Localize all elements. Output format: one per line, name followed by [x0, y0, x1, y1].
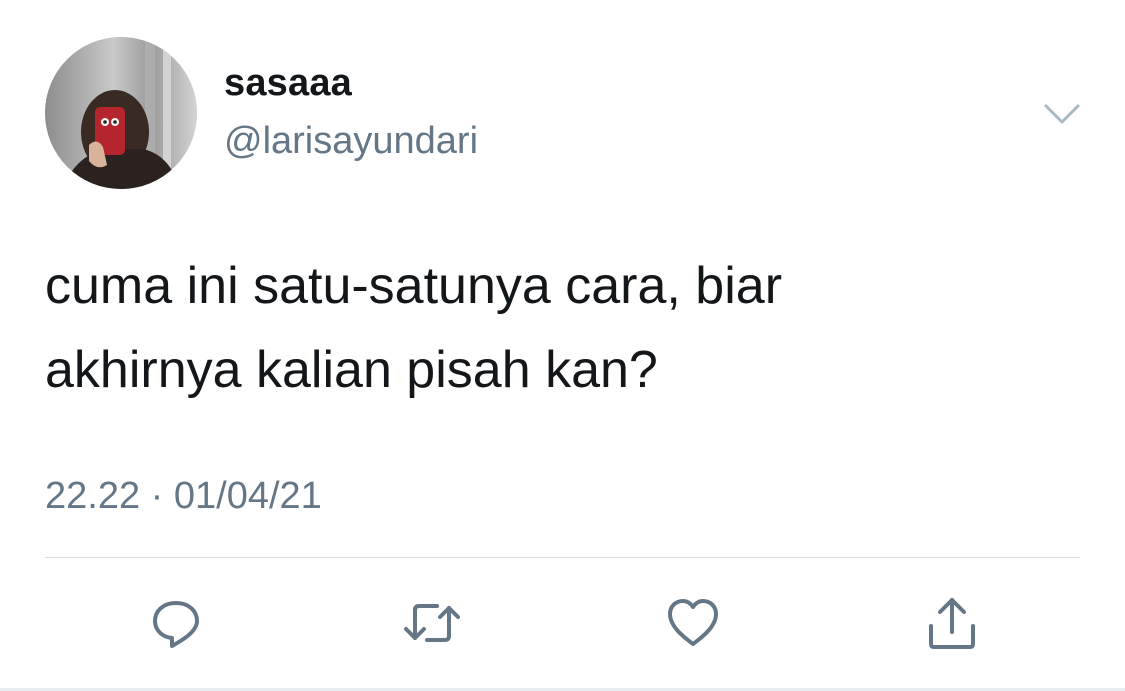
user-handle[interactable]: @larisayundari: [224, 120, 478, 163]
display-name[interactable]: sasaaa: [224, 62, 352, 105]
tweet-text-line: cuma ini satu-satunya cara, biar: [45, 257, 783, 315]
reply-button[interactable]: [141, 588, 211, 658]
tweet-card: sasaaa @larisayundari cuma ini satu-satu…: [0, 0, 1125, 691]
tweet-text: cuma ini satu-satunya cara, biar akhirny…: [45, 244, 1045, 412]
avatar[interactable]: [45, 37, 197, 189]
tweet-date: 01/04/21: [173, 475, 322, 517]
action-bar: [0, 588, 1125, 658]
tweet-text-line: akhirnya kalian pisah kan?: [45, 341, 658, 399]
share-icon: [929, 598, 975, 649]
like-button[interactable]: [658, 588, 728, 658]
tweet-timestamp[interactable]: 22.22 · 01/04/21: [45, 475, 322, 518]
retweet-button[interactable]: [397, 588, 467, 658]
divider: [45, 557, 1080, 558]
avatar-photo: [45, 37, 197, 189]
reply-icon: [153, 601, 199, 648]
like-icon: [668, 599, 718, 646]
share-button[interactable]: [917, 588, 987, 658]
meta-separator: ·: [150, 475, 164, 517]
retweet-icon: [404, 604, 460, 642]
chevron-down-icon[interactable]: [1042, 100, 1082, 128]
tweet-time: 22.22: [45, 475, 141, 517]
